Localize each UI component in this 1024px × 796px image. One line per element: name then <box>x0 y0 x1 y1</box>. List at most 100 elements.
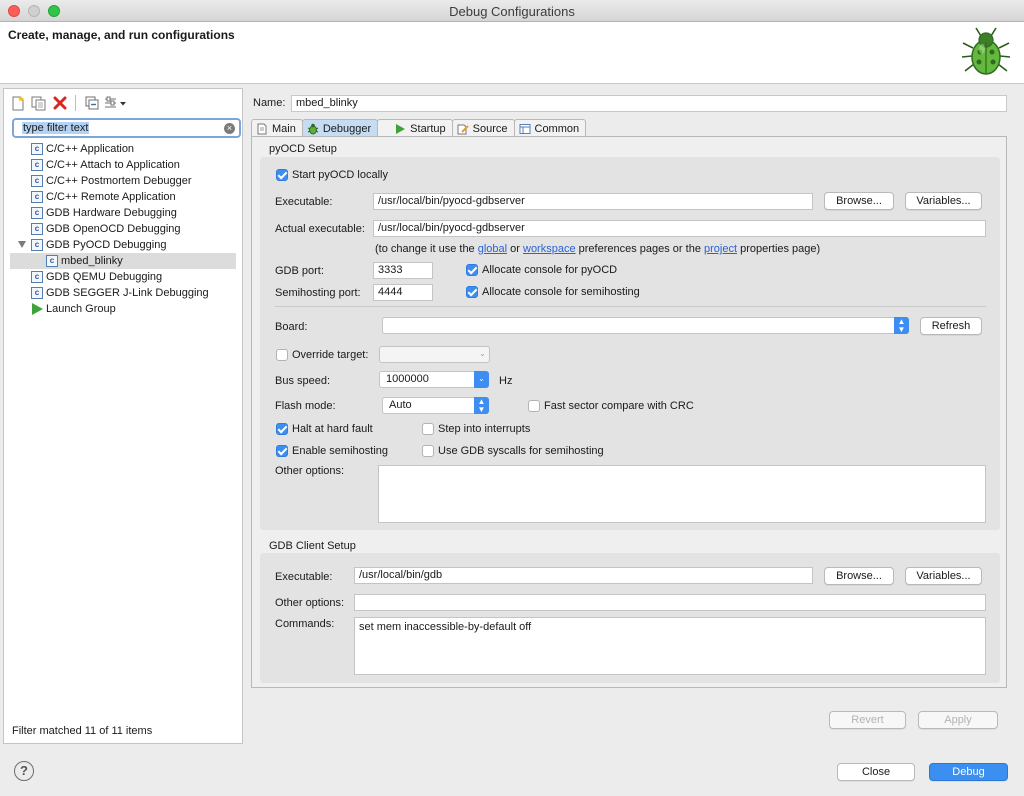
expand-arrow-icon[interactable] <box>18 241 26 248</box>
gdb-other-options-input[interactable] <box>354 594 986 611</box>
help-icon[interactable]: ? <box>14 761 34 781</box>
board-label: Board: <box>275 321 308 333</box>
executable-input[interactable]: /usr/local/bin/pyocd-gdbserver <box>373 193 813 210</box>
tree-item-label: Launch Group <box>46 303 116 315</box>
tree-item-label: C/C++ Attach to Application <box>46 159 180 171</box>
name-input[interactable]: mbed_blinky <box>291 95 1007 112</box>
browse-button[interactable]: Browse... <box>824 192 894 210</box>
close-button[interactable]: Close <box>837 763 915 781</box>
semihosting-port-input[interactable]: 4444 <box>373 284 433 301</box>
tree-toolbar <box>9 93 128 113</box>
variables-button[interactable]: Variables... <box>905 192 982 210</box>
revert-button[interactable]: Revert <box>829 711 906 729</box>
gdb-browse-button[interactable]: Browse... <box>824 567 894 585</box>
gdb-executable-input[interactable]: /usr/local/bin/gdb <box>354 567 813 584</box>
override-target-checkbox[interactable] <box>276 349 288 361</box>
note-text: properties page) <box>737 243 821 255</box>
gdb-other-options-label: Other options: <box>275 597 345 609</box>
allocate-console-semihosting-checkbox[interactable] <box>466 286 478 298</box>
bus-speed-select[interactable]: 1000000 ⌄ <box>379 371 489 388</box>
flash-mode-select[interactable]: Auto ▲ ▼ <box>382 397 489 414</box>
configuration-tree-panel: type filter text × c C/C++ Application c… <box>3 88 243 744</box>
c-config-icon: c <box>31 271 43 283</box>
c-config-icon: c <box>31 159 43 171</box>
tree-item-gdb-jlink[interactable]: c GDB SEGGER J-Link Debugging <box>4 285 242 301</box>
tab-source[interactable]: Source <box>451 119 515 137</box>
dialog-header: Create, manage, and run configurations <box>0 22 1024 84</box>
tree-item-launch-group[interactable]: Launch Group <box>4 301 242 317</box>
allocate-console-pyocd-checkbox[interactable] <box>466 264 478 276</box>
chevron-down-icon[interactable]: ⌄ <box>474 371 489 388</box>
tree-item-gdb-pyocd[interactable]: c GDB PyOCD Debugging <box>4 237 242 253</box>
name-label: Name: <box>253 97 286 109</box>
chevron-up-down-icon[interactable]: ▲ ▼ <box>474 397 489 414</box>
tab-debugger[interactable]: Debugger <box>301 119 379 137</box>
allocate-console-semihosting-label: Allocate console for semihosting <box>482 286 640 298</box>
filter-icon[interactable] <box>104 95 128 112</box>
gdb-client-setup-title: GDB Client Setup <box>269 540 356 552</box>
source-tab-icon <box>457 124 469 134</box>
c-config-icon: c <box>31 239 43 251</box>
tree-item-cpp-attach[interactable]: c C/C++ Attach to Application <box>4 157 242 173</box>
tree-item-gdb-hardware[interactable]: c GDB Hardware Debugging <box>4 205 242 221</box>
tab-main[interactable]: Main <box>251 119 303 137</box>
start-pyocd-checkbox[interactable] <box>276 169 288 181</box>
bus-speed-unit: Hz <box>499 375 513 387</box>
clear-filter-icon[interactable]: × <box>224 123 235 134</box>
delete-icon[interactable] <box>51 95 68 112</box>
gdb-variables-button[interactable]: Variables... <box>905 567 982 585</box>
tree-item-label: GDB OpenOCD Debugging <box>46 223 181 235</box>
collapse-all-icon[interactable] <box>83 95 100 112</box>
filter-status: Filter matched 11 of 11 items <box>12 725 153 737</box>
section-divider <box>275 306 986 307</box>
filter-input[interactable]: type filter text × <box>12 118 241 138</box>
chevron-up-down-icon[interactable]: ▲ ▼ <box>894 317 909 334</box>
new-config-icon[interactable] <box>9 95 26 112</box>
override-target-select[interactable]: ⌄ <box>379 346 490 363</box>
fast-sector-checkbox[interactable] <box>528 400 540 412</box>
gdb-client-setup-group: Executable: /usr/local/bin/gdb Browse...… <box>260 553 1000 683</box>
tree-item-label: GDB QEMU Debugging <box>46 271 163 283</box>
launch-group-icon <box>32 303 43 315</box>
flash-mode-label: Flash mode: <box>275 400 336 412</box>
note-text: (to change it use the <box>375 243 478 255</box>
tab-label: Common <box>534 122 580 135</box>
gdb-syscalls-checkbox[interactable] <box>422 445 434 457</box>
board-select[interactable]: ▲ ▼ <box>382 317 909 334</box>
duplicate-icon[interactable] <box>30 95 47 112</box>
commands-textarea[interactable]: set mem inaccessible-by-default off <box>354 617 986 675</box>
refresh-button[interactable]: Refresh <box>920 317 982 335</box>
global-link[interactable]: global <box>478 243 507 255</box>
tree-item-cpp-postmortem[interactable]: c C/C++ Postmortem Debugger <box>4 173 242 189</box>
gdb-port-label: GDB port: <box>275 265 324 277</box>
tree-item-gdb-openocd[interactable]: c GDB OpenOCD Debugging <box>4 221 242 237</box>
halt-hard-fault-label: Halt at hard fault <box>292 423 373 435</box>
other-options-textarea[interactable] <box>378 465 986 523</box>
gdb-port-input[interactable]: 3333 <box>373 262 433 279</box>
project-link[interactable]: project <box>704 243 737 255</box>
pyocd-setup-title: pyOCD Setup <box>269 143 337 155</box>
filter-text[interactable]: type filter text <box>22 122 90 134</box>
apply-button[interactable]: Apply <box>918 711 998 729</box>
enable-semihosting-checkbox[interactable] <box>276 445 288 457</box>
tree-item-label: GDB PyOCD Debugging <box>46 239 167 251</box>
actual-executable-input[interactable]: /usr/local/bin/pyocd-gdbserver <box>373 220 986 237</box>
tree-item-mbed-blinky[interactable]: c mbed_blinky <box>10 253 236 269</box>
configuration-tree: c C/C++ Application c C/C++ Attach to Ap… <box>4 141 242 317</box>
debug-button[interactable]: Debug <box>929 763 1008 781</box>
c-config-icon: c <box>31 175 43 187</box>
chevron-down-icon: ⌄ <box>479 349 486 358</box>
tree-item-cpp-application[interactable]: c C/C++ Application <box>4 141 242 157</box>
preferences-note: (to change it use the global or workspac… <box>375 243 820 255</box>
commands-label: Commands: <box>275 618 335 630</box>
tree-item-cpp-remote[interactable]: c C/C++ Remote Application <box>4 189 242 205</box>
main-tab-icon <box>257 123 267 134</box>
workspace-link[interactable]: workspace <box>523 243 576 255</box>
tab-startup[interactable]: Startup <box>377 119 453 137</box>
pyocd-setup-group: Start pyOCD locally Executable: /usr/loc… <box>260 157 1000 530</box>
tree-item-gdb-qemu[interactable]: c GDB QEMU Debugging <box>4 269 242 285</box>
tab-common[interactable]: Common <box>513 119 587 137</box>
note-text: or <box>507 243 523 255</box>
step-interrupts-checkbox[interactable] <box>422 423 434 435</box>
halt-hard-fault-checkbox[interactable] <box>276 423 288 435</box>
